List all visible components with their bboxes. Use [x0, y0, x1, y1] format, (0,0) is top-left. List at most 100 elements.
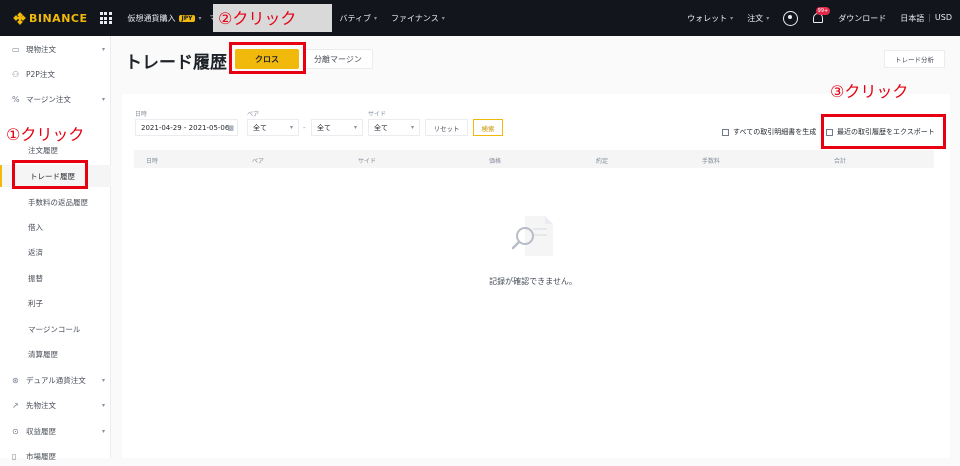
futures-icon: ↗: [12, 400, 19, 410]
box-icon: ▭: [12, 44, 20, 54]
sidebar-item-label: 現物注文: [26, 44, 56, 54]
sidebar-item-borrow[interactable]: 借入: [0, 217, 111, 237]
nav-orders-label: 注文: [747, 13, 764, 23]
earn-icon: ⊙: [12, 426, 19, 436]
binance-logo[interactable]: BINANCE: [13, 11, 88, 25]
currency-label: USD: [934, 12, 952, 22]
column-header-total: 合計: [834, 158, 847, 165]
chevron-down-icon: ▾: [101, 427, 105, 435]
sidebar-item-label: 先物注文: [26, 400, 56, 410]
sidebar-item-futures-orders[interactable]: ↗ 先物注文 ▾: [0, 395, 111, 415]
sidebar-item-label: P2P注文: [26, 69, 55, 79]
annotation-2-highlight-box: [229, 42, 306, 74]
brand-name: BINANCE: [29, 11, 88, 25]
sidebar-item-p2p-orders[interactable]: ⚇ P2P注文: [0, 64, 111, 84]
pair-base-select[interactable]: 全て ▾: [247, 119, 299, 136]
reset-button[interactable]: リセット: [425, 119, 468, 136]
table-header: 日時 ペア サイド 価格 約定 手数料 合計: [134, 150, 934, 168]
nav-right-group: ウォレット ▾ 注文 ▾ 99+ ダウンロード 日本語 | USD: [687, 0, 952, 36]
sidebar-item-spot-orders[interactable]: ▭ 現物注文 ▾: [0, 39, 111, 59]
calendar-icon: ▦: [227, 123, 234, 132]
chevron-down-icon: ▾: [374, 14, 378, 22]
external-link-icon: [722, 128, 729, 136]
annotation-2-text: ②クリック: [218, 9, 297, 28]
pair-filter-label: ペア: [247, 111, 260, 118]
sidebar-item-label: マージンコール: [28, 324, 81, 334]
chevron-down-icon: ▾: [101, 95, 105, 103]
date-range-input[interactable]: 2021-04-29 - 2021-05-06 ▦: [135, 119, 238, 136]
nav-finance[interactable]: ファイナンス ▾: [391, 13, 445, 24]
column-header-fee: 手数料: [702, 158, 721, 165]
doc-icon: ▯: [12, 451, 17, 461]
column-header-side: サイド: [358, 158, 377, 165]
pair-quote-value: 全て: [317, 123, 331, 132]
sidebar-item-label: 手数料の返品履歴: [28, 197, 88, 207]
binance-diamond-icon: [13, 11, 26, 25]
sidebar: ▭ 現物注文 ▾ ⚇ P2P注文 % マージン注文 ▾ 注文履歴 トレード履歴 …: [0, 36, 111, 461]
sidebar-item-label: 収益履歴: [26, 426, 56, 436]
language-currency-selector[interactable]: 日本語 | USD: [900, 13, 952, 24]
column-header-filled: 約定: [596, 158, 609, 165]
annotation-3-highlight-box: [821, 114, 946, 149]
sidebar-item-market-history[interactable]: ▯ 市場履歴: [0, 446, 111, 466]
empty-records-icon: [511, 216, 553, 256]
pair-quote-select[interactable]: 全て ▾: [311, 119, 363, 136]
nav-buy-crypto[interactable]: 仮想通貨購入 JPY ▾: [128, 13, 202, 24]
chevron-down-icon: ▾: [198, 14, 202, 22]
apps-grid-icon[interactable]: [99, 12, 112, 24]
chevron-down-icon: ▾: [410, 124, 414, 131]
side-select[interactable]: 全て ▾: [368, 119, 420, 136]
nav-wallet-label: ウォレット: [687, 13, 728, 23]
chevron-down-icon: ▾: [353, 124, 357, 131]
top-navigation-bar: BINANCE 仮想通貨購入 JPY ▾ マ バティブ ▾ ファイナンス ▾ ウ…: [0, 0, 960, 36]
pair-separator: -: [303, 124, 306, 132]
trade-analysis-button[interactable]: トレード分析: [884, 50, 945, 68]
chevron-down-icon: ▾: [730, 14, 734, 22]
date-range-value: 2021-04-29 - 2021-05-06: [141, 123, 230, 132]
nav-orders[interactable]: 注文 ▾: [747, 13, 769, 24]
sidebar-item-earn-history[interactable]: ⊙ 収益履歴 ▾: [0, 421, 111, 441]
generate-statement-link[interactable]: すべての取引明細書を生成: [722, 127, 816, 137]
jpy-badge: JPY: [178, 14, 196, 22]
download-link[interactable]: ダウンロード: [838, 13, 886, 24]
sidebar-item-label: 借入: [28, 222, 43, 232]
sidebar-item-margin-call[interactable]: マージンコール: [0, 319, 111, 339]
tab-isolated-margin[interactable]: 分離マージン: [303, 49, 373, 69]
search-button[interactable]: 検索: [473, 119, 503, 136]
empty-state-message: 記録が確認できません。: [489, 277, 577, 286]
column-header-price: 価格: [489, 158, 502, 165]
side-value: 全て: [374, 123, 388, 132]
sidebar-item-transfer[interactable]: 振替: [0, 268, 111, 288]
sidebar-item-label: 注文履歴: [28, 145, 58, 155]
sidebar-item-label: 振替: [28, 273, 43, 283]
sidebar-item-dual-currency[interactable]: ⊛ デュアル通貨注文 ▾: [0, 370, 111, 390]
date-filter-label: 日時: [135, 111, 148, 118]
sidebar-item-label: 利子: [28, 298, 43, 308]
nav-derivatives[interactable]: バティブ ▾: [340, 13, 378, 24]
sidebar-item-margin-orders[interactable]: % マージン注文 ▾: [0, 89, 111, 109]
sidebar-item-label: 清算履歴: [28, 349, 58, 359]
page-title: トレード履歴: [125, 53, 227, 73]
sidebar-item-liquidation-history[interactable]: 清算履歴: [0, 344, 111, 364]
nav-buy-crypto-label: 仮想通貨購入: [127, 13, 176, 23]
dual-icon: ⊛: [12, 375, 19, 385]
chevron-down-icon: ▾: [766, 14, 770, 22]
sidebar-item-label: 返済: [28, 247, 43, 257]
language-label: 日本語: [900, 13, 925, 23]
annotation-1-highlight-box: [12, 160, 88, 189]
user-account-icon[interactable]: [783, 10, 799, 26]
nav-derivatives-label: バティブ: [339, 13, 372, 23]
chevron-down-icon: ▾: [289, 124, 293, 131]
margin-icon: %: [12, 94, 20, 104]
nav-wallet[interactable]: ウォレット ▾: [687, 13, 733, 24]
chevron-down-icon: ▾: [101, 45, 105, 53]
sidebar-item-label: デュアル通貨注文: [26, 375, 86, 385]
sidebar-item-fee-rebate-history[interactable]: 手数料の返品履歴: [0, 192, 111, 212]
annotation-1-text: ①クリック: [6, 125, 85, 144]
notification-count-badge: 99+: [815, 7, 831, 15]
sidebar-item-label: マージン注文: [26, 94, 71, 104]
column-header-pair: ペア: [252, 158, 265, 165]
notification-bell-icon[interactable]: 99+: [812, 7, 831, 25]
sidebar-item-repay[interactable]: 返済: [0, 242, 111, 262]
sidebar-item-interest[interactable]: 利子: [0, 293, 111, 313]
